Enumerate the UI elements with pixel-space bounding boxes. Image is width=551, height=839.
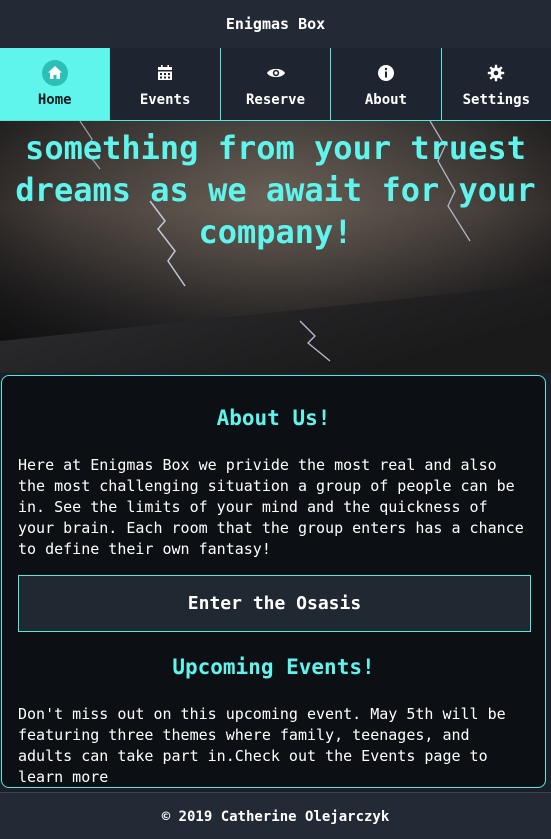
gear-icon <box>483 60 509 86</box>
eye-icon <box>263 60 289 86</box>
hero-line-1: something from your truest <box>25 129 526 167</box>
nav-item-events[interactable]: Events <box>110 48 221 120</box>
footer-copyright: © 2019 Catherine Olejarczyk <box>161 808 390 825</box>
nav-item-about[interactable]: About <box>331 48 442 120</box>
hero-line-3: company! <box>198 213 353 251</box>
nav-bar: Home Events Reserve About Settings <box>0 48 551 121</box>
events-heading: Upcoming Events! <box>172 655 375 679</box>
hero-banner: something from your truest dreams as we … <box>0 121 551 373</box>
footer: © 2019 Catherine Olejarczyk <box>0 792 551 839</box>
nav-label-settings: Settings <box>462 92 531 108</box>
about-heading: About Us! <box>216 406 331 430</box>
nav-label-events: Events <box>139 92 191 108</box>
nav-label-home: Home <box>37 92 72 108</box>
hero-line-2: dreams as we await for your <box>15 171 536 209</box>
nav-item-reserve[interactable]: Reserve <box>221 48 332 120</box>
events-body: Don't miss out on this upcoming event. M… <box>18 705 506 786</box>
nav-label-reserve: Reserve <box>246 92 306 108</box>
page: Enigmas Box Home Events Reserve About Se… <box>0 0 551 839</box>
app-header: Enigmas Box <box>0 0 551 49</box>
enter-oasis-button[interactable]: Enter the Osasis <box>18 575 531 632</box>
hero-text: something from your truest dreams as we … <box>0 127 551 253</box>
content-card: About Us! Here at Enigmas Box we privide… <box>1 375 546 788</box>
nav-label-about: About <box>364 92 407 108</box>
app-title: Enigmas Box <box>225 15 326 33</box>
home-icon <box>41 60 68 86</box>
info-icon <box>373 60 399 86</box>
calendar-icon <box>152 60 178 86</box>
nav-item-home[interactable]: Home <box>0 48 111 120</box>
nav-item-settings[interactable]: Settings <box>442 48 551 120</box>
about-body: Here at Enigmas Box we privide the most … <box>18 456 524 558</box>
